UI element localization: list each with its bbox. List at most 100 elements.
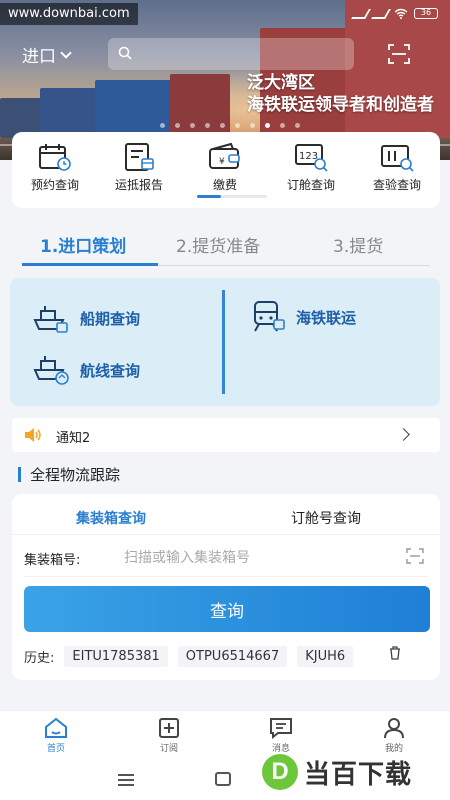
plan-divider bbox=[222, 290, 225, 394]
scan-icon[interactable] bbox=[388, 44, 410, 64]
slogan-line2: 海铁联运领导者和创造者 bbox=[247, 95, 434, 115]
quick-menu-scroll-indicator bbox=[197, 195, 267, 198]
top-watermark: www.downbai.com bbox=[0, 3, 138, 25]
chevron-right-icon bbox=[397, 428, 410, 441]
nav-messages[interactable]: 消息 bbox=[246, 717, 316, 754]
wifi-icon bbox=[394, 8, 408, 19]
scan-icon[interactable] bbox=[406, 548, 424, 564]
quick-menu-card: 预约查询 运抵报告 ¥ 缴费 123 订舱查询 查验查询 bbox=[12, 132, 440, 208]
section-title-text: 全程物流跟踪 bbox=[30, 466, 121, 484]
nav-home[interactable]: 首页 bbox=[21, 717, 91, 754]
carousel-dot[interactable] bbox=[295, 123, 300, 128]
plan-label: 航线查询 bbox=[80, 361, 141, 380]
field-underline bbox=[24, 576, 428, 577]
search-icon bbox=[118, 46, 132, 60]
tab-import-planning[interactable]: 1.进口策划 bbox=[40, 232, 126, 257]
nav-subscribe[interactable]: 订阅 bbox=[134, 717, 204, 754]
ship-schedule-query[interactable]: 船期查询 bbox=[32, 302, 140, 334]
container-car bbox=[95, 80, 175, 138]
history-chip[interactable]: KJUH6 bbox=[297, 646, 354, 667]
chevron-down-icon bbox=[60, 46, 72, 59]
wallet-icon: ¥ bbox=[209, 142, 240, 169]
quick-item-payment[interactable]: ¥ 缴费 bbox=[182, 142, 268, 193]
import-export-select[interactable]: 进口 bbox=[22, 42, 72, 67]
carousel-dot[interactable] bbox=[280, 123, 285, 128]
search-box[interactable] bbox=[108, 38, 354, 70]
query-button[interactable]: 查询 bbox=[24, 586, 430, 632]
quick-label: 预约查询 bbox=[30, 178, 79, 192]
tab-pickup-preparation[interactable]: 2.提货准备 bbox=[176, 232, 260, 257]
history-chip[interactable]: EITU1785381 bbox=[64, 646, 168, 667]
svg-text:¥: ¥ bbox=[219, 157, 225, 167]
planning-panel: 船期查询 海铁联运 航线查询 bbox=[10, 278, 440, 406]
quick-item-booking-query[interactable]: 123 订舱查询 bbox=[268, 142, 354, 193]
watermark-logo: D 当百下载 bbox=[262, 752, 412, 792]
notice-bar[interactable]: 通知2 bbox=[12, 418, 440, 452]
route-query[interactable]: 航线查询 bbox=[32, 354, 140, 386]
carousel-dot[interactable] bbox=[250, 123, 255, 128]
tab-booking-number-query[interactable]: 订舱号查询 bbox=[291, 508, 361, 528]
status-bar: www.downbai.com 36 bbox=[0, 0, 450, 30]
nav-profile[interactable]: 我的 bbox=[359, 717, 429, 754]
ship-schedule-icon bbox=[33, 306, 68, 333]
plan-label: 船期查询 bbox=[80, 309, 141, 328]
tab-divider bbox=[12, 534, 440, 535]
nav-label: 订阅 bbox=[159, 744, 178, 754]
sea-rail-intermodal[interactable]: 海铁联运 bbox=[250, 300, 356, 334]
report-box-icon bbox=[125, 143, 154, 171]
quick-label: 查验查询 bbox=[372, 178, 421, 192]
calendar-clock-icon bbox=[39, 144, 71, 171]
carousel-dot[interactable] bbox=[220, 123, 225, 128]
route-ship-icon bbox=[33, 356, 69, 385]
message-icon bbox=[270, 718, 292, 739]
subscribe-icon bbox=[159, 718, 179, 738]
user-icon bbox=[384, 718, 404, 739]
step-tabs: 1.进口策划 2.提货准备 3.提货 bbox=[22, 222, 430, 266]
history-label: 历史: bbox=[24, 651, 55, 666]
nav-label: 首页 bbox=[46, 744, 65, 754]
tab-pickup[interactable]: 3.提货 bbox=[333, 232, 383, 257]
top-row: 进口 bbox=[0, 36, 450, 72]
tab-container-query[interactable]: 集装箱查询 bbox=[76, 508, 146, 528]
notice-text: 通知2 bbox=[56, 431, 91, 446]
search-input[interactable] bbox=[140, 38, 346, 70]
history-chip[interactable]: OTPU6514667 bbox=[177, 646, 288, 667]
home-square-icon[interactable] bbox=[215, 772, 231, 786]
quick-label: 订舱查询 bbox=[286, 178, 335, 192]
container-car bbox=[170, 74, 230, 138]
scroll-thumb bbox=[197, 195, 221, 198]
quick-label: 缴费 bbox=[212, 178, 237, 192]
carousel-dot[interactable] bbox=[205, 123, 210, 128]
watermark-logo-icon: D bbox=[262, 754, 298, 790]
watermark-text: 当百下载 bbox=[304, 759, 413, 790]
carousel-dot[interactable] bbox=[190, 123, 195, 128]
section-title: 全程物流跟踪 bbox=[18, 464, 120, 485]
signal-icon bbox=[371, 8, 391, 19]
container-number-input[interactable] bbox=[124, 542, 394, 572]
carousel-dots bbox=[160, 123, 300, 128]
menu-icon[interactable] bbox=[118, 774, 134, 789]
quick-item-appointment[interactable]: 预约查询 bbox=[12, 142, 98, 193]
quick-item-inspection-query[interactable]: 查验查询 bbox=[354, 142, 440, 193]
speaker-icon bbox=[25, 428, 41, 442]
active-tab-underline bbox=[22, 263, 158, 266]
import-select-label: 进口 bbox=[22, 47, 56, 67]
slogan-line1: 泛大湾区 bbox=[247, 73, 315, 93]
section-marker bbox=[18, 467, 21, 482]
battery-icon: 36 bbox=[414, 8, 438, 19]
booking-search-icon: 123 bbox=[295, 144, 328, 172]
plan-label: 海铁联运 bbox=[296, 308, 357, 327]
trash-icon[interactable] bbox=[388, 646, 402, 660]
carousel-dot[interactable] bbox=[235, 123, 240, 128]
carousel-dot-active[interactable] bbox=[265, 123, 270, 128]
carousel-dot[interactable] bbox=[160, 123, 165, 128]
slogan: 泛大湾区 海铁联运领导者和创造者 bbox=[247, 72, 434, 116]
container-number-label: 集装箱号: bbox=[24, 553, 81, 568]
quick-item-arrival-report[interactable]: 运抵报告 bbox=[96, 142, 182, 193]
svg-text:123: 123 bbox=[299, 151, 318, 162]
train-icon bbox=[254, 301, 285, 332]
quick-label: 运抵报告 bbox=[114, 178, 163, 192]
carousel-dot[interactable] bbox=[175, 123, 180, 128]
signal-icon bbox=[351, 8, 371, 19]
home-icon bbox=[45, 717, 67, 738]
